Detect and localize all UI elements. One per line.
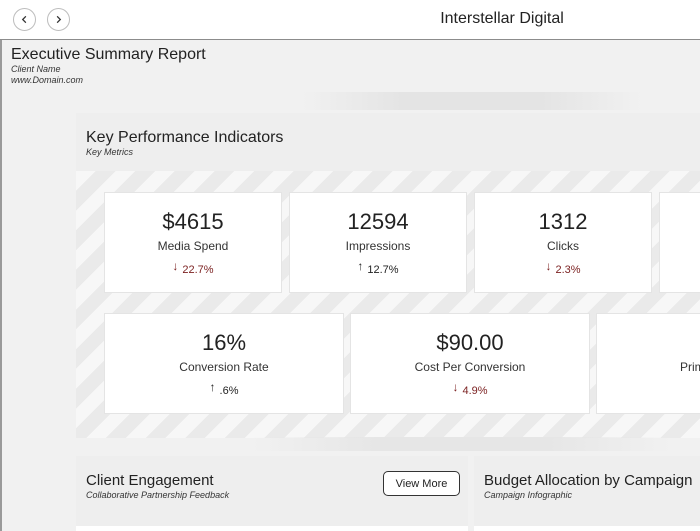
app-title: Interstellar Digital [440, 10, 564, 27]
client-engagement-panel: Client Engagement Collaborative Partners… [76, 456, 468, 531]
kpi-change: ↓ 4.9% [452, 380, 488, 397]
report-page: Executive Summary Report Client Name www… [2, 40, 700, 531]
kpi-card-partial [659, 192, 700, 293]
panel-title: Client Engagement [86, 472, 214, 489]
view-more-button[interactable]: View More [383, 471, 460, 496]
report-header: Executive Summary Report Client Name www… [11, 46, 206, 86]
client-domain: www.Domain.com [11, 75, 84, 85]
arrow-up-icon: ↑ [209, 380, 216, 394]
kpi-card-partial-prim: Prim [596, 313, 700, 414]
kpi-label: Clicks [547, 239, 579, 253]
panel-subtitle: Campaign Infographic [484, 490, 573, 500]
kpi-change: ↓ 2.3% [545, 259, 581, 276]
kpi-card-conversion-rate: 16% Conversion Rate ↑ .6% [104, 313, 344, 414]
kpi-change: ↓ 22.7% [172, 259, 214, 276]
panel-title: Budget Allocation by Campaign [484, 472, 693, 489]
kpi-value: 1312 [538, 209, 588, 234]
kpi-value: $90.00 [436, 330, 504, 355]
top-bar: Interstellar Digital [0, 0, 700, 40]
panel-body [474, 526, 700, 531]
kpi-subtitle: Key Metrics [86, 147, 134, 157]
budget-allocation-panel: Budget Allocation by Campaign Campaign I… [474, 456, 700, 531]
kpi-label: Media Spend [157, 239, 229, 253]
report-title: Executive Summary Report [11, 46, 206, 63]
kpi-change: ↑ .6% [209, 380, 239, 397]
kpi-card-cost-per-conversion: $90.00 Cost Per Conversion ↓ 4.9% [350, 313, 590, 414]
kpi-card-media-spend: $4615 Media Spend ↓ 22.7% [104, 192, 282, 293]
kpi-label: Cost Per Conversion [414, 360, 526, 374]
panel-body [76, 526, 468, 531]
kpi-card-clicks: 1312 Clicks ↓ 2.3% [474, 192, 652, 293]
client-name: Client Name [11, 64, 61, 74]
kpi-value: 12594 [347, 209, 409, 234]
kpi-label: Impressions [345, 239, 411, 253]
kpi-title: Key Performance Indicators [86, 129, 284, 146]
panel-subtitle: Collaborative Partnership Feedback [86, 490, 230, 500]
divider [302, 92, 642, 110]
kpi-value: 16% [201, 330, 247, 355]
arrow-down-icon: ↓ [172, 259, 179, 273]
kpi-value: $4615 [162, 209, 224, 234]
divider [252, 437, 672, 451]
arrow-down-icon: ↓ [452, 380, 459, 394]
arrow-down-icon: ↓ [545, 259, 552, 273]
kpi-card-impressions: 12594 Impressions ↑ 12.7% [289, 192, 467, 293]
kpi-label: Prim [680, 360, 700, 374]
kpi-change: ↑ 12.7% [357, 259, 399, 276]
kpi-label: Conversion Rate [179, 360, 269, 374]
arrow-up-icon: ↑ [357, 259, 364, 273]
